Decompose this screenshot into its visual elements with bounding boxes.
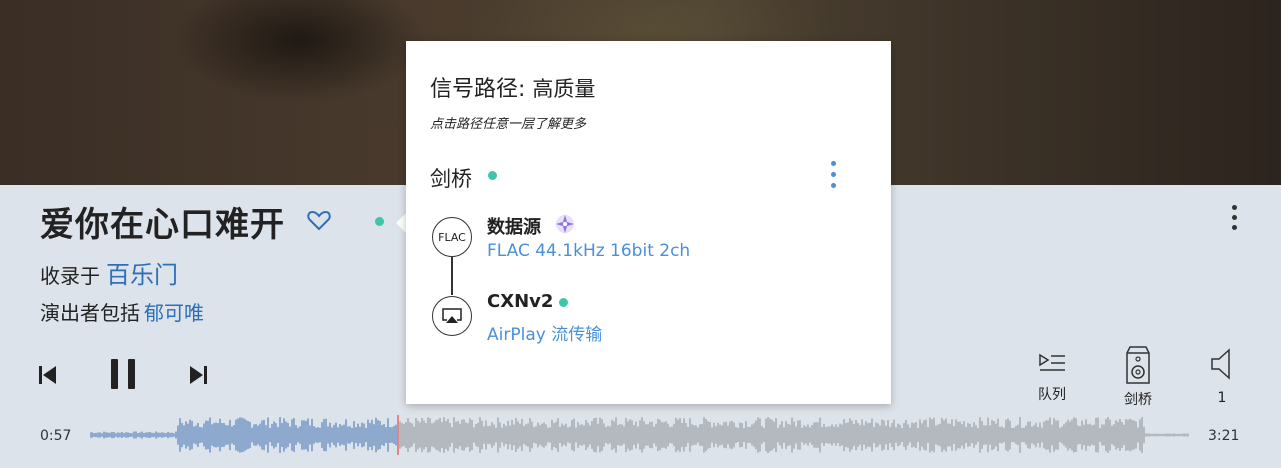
- volume-label: 1: [1217, 390, 1227, 406]
- queue-label: 队列: [1038, 387, 1066, 403]
- signal-quality: 高质量: [532, 77, 596, 101]
- queue-icon: [1039, 353, 1065, 371]
- album-line: 收录于 百乐门: [40, 255, 178, 290]
- signal-path-heading: 信号路径:: [430, 77, 526, 102]
- next-track-icon[interactable]: [188, 364, 208, 386]
- device-status-dot: [559, 298, 568, 307]
- source-node-detail[interactable]: FLAC 44.1kHz 16bit 2ch: [487, 241, 690, 261]
- signal-path-popup: 信号路径: 高质量 点击路径任意一层了解更多 剑桥 FLAC 数据源 FLAC …: [406, 41, 891, 404]
- duration-time: 3:21: [1208, 428, 1240, 444]
- signal-status-dot[interactable]: [375, 217, 384, 226]
- track-title: 爱你在心口难开: [40, 205, 285, 245]
- pause-icon[interactable]: [109, 358, 137, 390]
- favorite-heart-icon[interactable]: [306, 207, 332, 233]
- signal-path-hint: 点击路径任意一层了解更多: [430, 117, 587, 132]
- signal-path-title: 信号路径: 高质量: [430, 71, 595, 103]
- flac-icon-text: FLAC: [438, 230, 466, 244]
- flac-icon[interactable]: FLAC: [432, 217, 472, 257]
- previous-track-icon[interactable]: [38, 364, 58, 386]
- zone-status-dot: [488, 171, 497, 180]
- airplay-glyph-icon: [442, 308, 462, 323]
- artist-prefix: 演出者包括: [40, 301, 140, 325]
- album-link[interactable]: 百乐门: [106, 261, 178, 289]
- device-node-name[interactable]: CXNv2: [487, 291, 553, 312]
- source-node-name[interactable]: 数据源: [487, 213, 541, 239]
- queue-button[interactable]: 队列: [1030, 350, 1074, 404]
- sparkle-icon: [556, 215, 574, 233]
- album-prefix: 收录于: [40, 264, 100, 288]
- zone-name[interactable]: 剑桥: [430, 163, 472, 193]
- artist-link[interactable]: 郁可唯: [144, 301, 204, 325]
- zone-label: 剑桥: [1124, 392, 1152, 408]
- volume-button[interactable]: 1: [1200, 348, 1244, 406]
- speaker-icon: [1126, 346, 1150, 384]
- waveform-seekbar[interactable]: [90, 415, 1190, 455]
- airplay-icon[interactable]: [432, 296, 472, 336]
- device-node-detail[interactable]: AirPlay 流传输: [487, 320, 602, 345]
- more-options-icon[interactable]: [1224, 205, 1244, 235]
- volume-icon: [1211, 348, 1230, 380]
- artist-line: 演出者包括 郁可唯: [40, 297, 204, 326]
- path-connector: [451, 257, 453, 295]
- elapsed-time: 0:57: [40, 428, 72, 444]
- zone-button[interactable]: 剑桥: [1116, 345, 1160, 409]
- zone-more-icon[interactable]: [826, 161, 840, 191]
